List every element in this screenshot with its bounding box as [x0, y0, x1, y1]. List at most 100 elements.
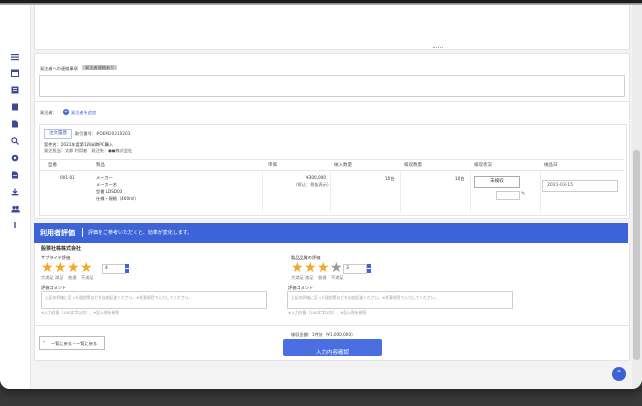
- back-button[interactable]: ‹ 一覧に戻る・一覧に戻る: [39, 336, 105, 350]
- list-icon[interactable]: [10, 86, 20, 96]
- criterion-2-up-icon[interactable]: [367, 264, 371, 268]
- order-number: 取引番号：#OEM20210203: [75, 131, 131, 136]
- row-price: ¥300,000: [306, 175, 326, 180]
- col-divider: [470, 172, 471, 212]
- criterion-1-up-icon[interactable]: [125, 264, 129, 268]
- inspection-qty-input[interactable]: [496, 191, 520, 200]
- col-header-model: 型番: [48, 163, 57, 168]
- col-header-date: 納品日: [544, 163, 558, 168]
- row-product-line-2: メーカー名: [96, 182, 117, 187]
- criterion-2-down-icon[interactable]: [367, 269, 371, 273]
- confirm-button-label: 入力内容確認: [315, 350, 349, 356]
- sidebar: [0, 5, 31, 389]
- criterion-2-caption-2: 満足: [305, 275, 314, 280]
- evaluation-company: 股票社株株式会社: [41, 246, 82, 252]
- order-title: 案件名：2021年度第1四半期PC購入: [44, 142, 114, 147]
- criterion-2-hint: ※入力任意（100文字以内）、※記入例を参照: [288, 310, 367, 315]
- col-divider: [330, 172, 331, 212]
- criterion-2-caption-3: 普通: [318, 275, 327, 280]
- criterion-2-placeholder: 上記の評価に至った理由等などを自由記述ください。※任意項目で入力してください。: [291, 295, 439, 300]
- col-header-price: 単価: [268, 163, 277, 168]
- inspection-status-select[interactable]: 未検収: [474, 176, 520, 188]
- scrollbar-thumb[interactable]: [633, 150, 640, 360]
- criterion-1-caption-4: 不満足: [81, 275, 94, 280]
- col-divider: [400, 172, 401, 212]
- star-icon[interactable]: ★: [54, 261, 67, 275]
- criterion-1-caption-2: 満足: [55, 275, 64, 280]
- criterion-2-caption-4: 不満足: [331, 275, 344, 280]
- info-icon[interactable]: [10, 221, 20, 231]
- row-product-line-1: メーカー: [96, 175, 113, 180]
- calendar-icon[interactable]: [10, 69, 20, 79]
- star-icon[interactable]: ★: [330, 261, 343, 275]
- row-price-note: (税込：税抜表示): [296, 182, 329, 187]
- notes-textarea[interactable]: [39, 75, 625, 97]
- confirm-button[interactable]: 入力内容確認: [283, 339, 382, 356]
- criterion-1-comment[interactable]: 上記の評価に至った理由等などを自由記述ください。※任意項目で入力してください。: [41, 291, 267, 309]
- criterion-1-caption-1: 大満足: [41, 275, 54, 280]
- criterion-1-hint: ※入力任意（100文字以内）、※記入例を参照: [41, 310, 120, 315]
- search-icon[interactable]: [10, 137, 20, 147]
- notes-badge: 発注者連絡あり: [82, 65, 118, 70]
- col-header-qty-inspect: 検収数量: [404, 163, 422, 168]
- banner-separator: [82, 228, 83, 237]
- add-orderer-link[interactable]: 発注者を追加: [71, 110, 96, 115]
- row-qty-order: 10台: [385, 176, 395, 181]
- notes-label: 発注者への連絡事項: [40, 66, 78, 71]
- criterion-1-caption-3: 普通: [68, 275, 77, 280]
- criterion-2-comment[interactable]: 上記の評価に至った理由等などを自由記述ください。※任意項目で入力してください。: [287, 291, 513, 309]
- edit-icon[interactable]: ✎: [521, 191, 525, 197]
- star-icon[interactable]: ★: [291, 261, 304, 275]
- col-header-product: 製品: [96, 163, 105, 168]
- criterion-1-stars[interactable]: ★ ★ ★ ★: [41, 261, 101, 275]
- top-card: [34, 5, 630, 50]
- order-history-tab[interactable]: 注文履歴: [44, 129, 72, 139]
- back-button-label: 一覧に戻る・一覧に戻る: [51, 341, 98, 346]
- evaluation-subtitle: 評価をご参考いただくと、効率が変化します。: [88, 230, 193, 236]
- table-top-border: [38, 159, 624, 160]
- total-amount: 検収金額：1件計（¥1,000,000）: [291, 332, 356, 337]
- star-icon[interactable]: ★: [67, 261, 80, 275]
- add-icon[interactable]: +: [63, 109, 69, 115]
- card-divider: [433, 47, 443, 49]
- criterion-1-score-input[interactable]: 4: [102, 264, 126, 274]
- users-icon[interactable]: [10, 205, 20, 215]
- orderer-label: 発注者：: [40, 110, 57, 115]
- row-product-line-3: 型番 LDSD03: [96, 189, 123, 194]
- order-meta: 発注担当：太郎 利用者 発注先：●●株式会社: [44, 148, 133, 153]
- delivery-date-input[interactable]: 2021-03-15: [542, 180, 618, 192]
- notes-card: 発注者への連絡事項 発注者連絡あり: [34, 53, 630, 103]
- row-product-line-4: 仕様・規格（400ml）: [96, 196, 139, 201]
- col-divider: [262, 172, 263, 212]
- criterion-2-caption-1: 大満足: [291, 275, 304, 280]
- evaluation-card: 股票社株株式会社 サプライヤ評価 ★ ★ ★ ★ 4 大満足 満足 普通 不満足 評価…: [34, 243, 630, 326]
- note-icon[interactable]: [10, 171, 20, 181]
- table-header-divider: [38, 170, 624, 171]
- criterion-1-down-icon[interactable]: [125, 269, 129, 273]
- criterion-1-placeholder: 上記の評価に至った理由等などを自由記述ください。※任意項目で入力してください。: [45, 295, 193, 300]
- star-icon[interactable]: ★: [41, 261, 54, 275]
- criterion-1-comment-label: 評価コメント: [41, 285, 67, 290]
- download-icon[interactable]: [10, 188, 20, 198]
- col-divider: [540, 172, 541, 212]
- evaluation-title: 利用者評価: [40, 229, 75, 237]
- file-icon[interactable]: [10, 120, 20, 130]
- row-model: 001-01: [60, 175, 75, 180]
- settings-icon[interactable]: [10, 154, 20, 164]
- chevron-up-icon: ⌃: [615, 369, 623, 378]
- criterion-2-stars[interactable]: ★ ★ ★ ★: [291, 261, 351, 275]
- evaluation-banner: 利用者評価 評価をご参考いただくと、効率が変化します。: [34, 223, 628, 243]
- star-icon[interactable]: ★: [317, 261, 330, 275]
- row-qty-inspect: 10台: [455, 176, 465, 181]
- criterion-2-score-input[interactable]: 3: [343, 264, 367, 274]
- document-icon[interactable]: [10, 103, 20, 113]
- browser-window: 発注者への連絡事項 発注者連絡あり 発注者： + 発注者を追加 注文履歴 取引番…: [0, 5, 642, 389]
- star-icon[interactable]: ★: [304, 261, 317, 275]
- col-header-status: 検収状況: [474, 163, 492, 168]
- menu-icon[interactable]: [10, 52, 20, 62]
- criterion-2-comment-label: 評価コメント: [288, 285, 314, 290]
- star-icon[interactable]: ★: [80, 261, 93, 275]
- footer-card: ‹ 一覧に戻る・一覧に戻る 検収金額：1件計（¥1,000,000） 入力内容確…: [34, 325, 630, 361]
- chevron-left-icon: ‹: [43, 339, 45, 345]
- scroll-top-button[interactable]: ⌃: [612, 367, 626, 381]
